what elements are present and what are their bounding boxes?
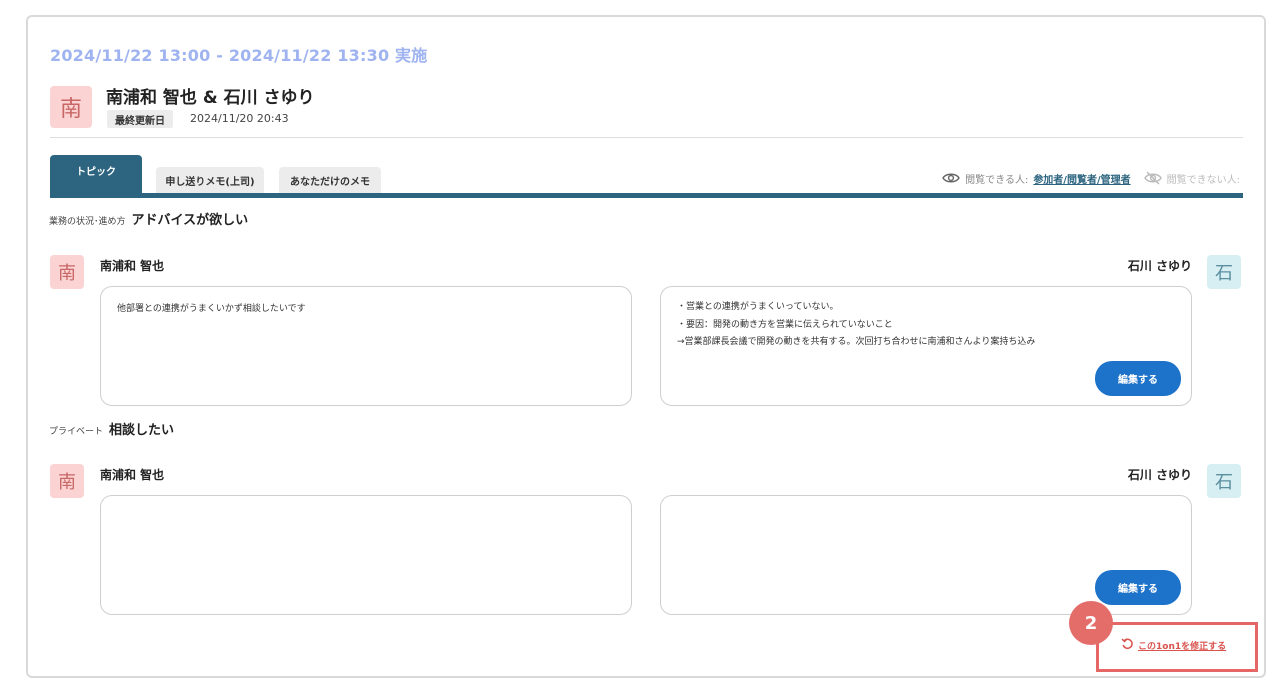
left-person-name: 南浦和 智也 <box>100 468 165 482</box>
avatar: 石 <box>1207 255 1241 289</box>
topic-heading: プライベート 相談したい <box>49 419 174 438</box>
undo-icon <box>1121 637 1134 653</box>
edit-button[interactable]: 編集する <box>1095 570 1181 605</box>
right-person-name: 石川 さゆり <box>1127 259 1192 273</box>
meeting-card: 2024/11/22 13:00 - 2024/11/22 13:30 実施 南… <box>26 15 1266 678</box>
visible-label: 閲覧できる人: <box>965 174 1029 186</box>
topic-title: 相談したい <box>109 423 175 438</box>
avatar: 南 <box>50 255 84 289</box>
topic-category: 業務の状況･進め方 <box>49 217 126 227</box>
last-updated-label: 最終更新日 <box>107 110 173 128</box>
last-updated-value: 2024/11/20 20:43 <box>190 112 289 125</box>
avatar: 南 <box>50 86 92 128</box>
visible-roles-link[interactable]: 参加者/閲覧者/管理者 <box>1033 171 1130 186</box>
divider <box>50 137 1243 138</box>
topic-heading: 業務の状況･進め方 アドバイスが欲しい <box>49 209 248 228</box>
participants-title: 南浦和 智也 & 石川 さゆり <box>106 88 315 108</box>
right-person-name: 石川 さゆり <box>1127 468 1192 482</box>
topic-title: アドバイスが欲しい <box>131 213 249 228</box>
meeting-datetime: 2024/11/22 13:00 - 2024/11/22 13:30 実施 <box>50 46 428 65</box>
avatar: 南 <box>50 464 84 498</box>
visibility-info: 閲覧できる人: 参加者/閲覧者/管理者 閲覧できない人: <box>942 170 1240 186</box>
topic-category: プライベート <box>49 427 104 437</box>
left-person-name: 南浦和 智也 <box>100 259 165 273</box>
revise-label: この1on1を修正する <box>1138 641 1227 652</box>
edit-button[interactable]: 編集する <box>1095 361 1181 396</box>
avatar: 石 <box>1207 464 1241 498</box>
step-badge: 2 <box>1069 601 1113 645</box>
tab-private-memo[interactable]: あなただけのメモ <box>279 167 381 193</box>
left-note-box <box>100 495 632 615</box>
tab-handover-memo[interactable]: 申し送りメモ(上司) <box>156 167 264 193</box>
eye-off-icon <box>1143 171 1162 185</box>
revise-link[interactable]: この1on1を修正する <box>1121 637 1226 653</box>
left-note-box: 他部署との連携がうまくいかず相談したいです <box>100 286 632 406</box>
tab-topic[interactable]: トピック <box>50 155 142 193</box>
tab-bar <box>50 193 1243 198</box>
hidden-label: 閲覧できない人: <box>1166 174 1240 186</box>
eye-icon <box>942 172 960 184</box>
